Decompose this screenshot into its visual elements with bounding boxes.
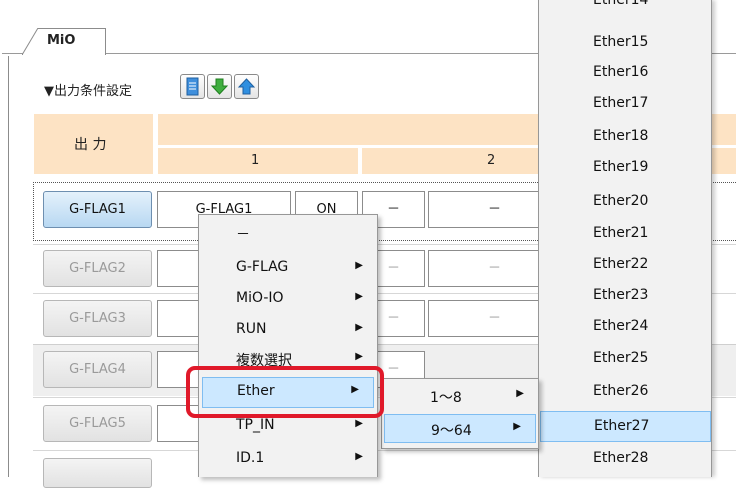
menu-item-1-8[interactable]: 1～8 ▶ xyxy=(382,382,538,411)
ether-range-submenu: 1～8 ▶ 9～64 ▶ xyxy=(381,378,539,449)
menu-item-ether16[interactable]: Ether16 xyxy=(539,58,711,89)
submenu-arrow-icon: ▶ xyxy=(355,260,363,271)
g-flag5-button[interactable]: G-FLAG5 xyxy=(43,405,152,442)
menu-item-run[interactable]: RUN ▶ xyxy=(199,316,377,345)
menu-item-ether25[interactable]: Ether25 xyxy=(539,344,711,375)
menu-item-g-flag[interactable]: G-FLAG ▶ xyxy=(199,254,377,283)
menu-item-ether27[interactable]: Ether27 xyxy=(540,411,711,442)
menu-item-ether18[interactable]: Ether18 xyxy=(539,122,711,153)
column-header-2-label: 2 xyxy=(487,153,496,168)
g-flag3-button[interactable]: G-FLAG3 xyxy=(43,300,152,337)
menu-item-ether20[interactable]: Ether20 xyxy=(539,187,711,218)
submenu-arrow-icon: ▶ xyxy=(516,388,524,399)
document-button[interactable] xyxy=(180,74,205,99)
ether-number-menu: Ether14 Ether15 Ether16 Ether17 Ether18 … xyxy=(538,0,712,477)
move-up-button[interactable] xyxy=(234,74,259,99)
submenu-arrow-icon: ▶ xyxy=(355,351,363,362)
annotation-highlight xyxy=(186,366,384,418)
submenu-arrow-icon: ▶ xyxy=(355,418,363,429)
menu-item-ether24[interactable]: Ether24 xyxy=(539,312,711,343)
menu-item-none[interactable]: － xyxy=(199,219,377,248)
tab-slant xyxy=(22,28,39,55)
context-menu: － G-FLAG ▶ MiO-IO ▶ RUN ▶ 複数選択 ▶ Ether ▶… xyxy=(198,214,378,477)
output-header-label: 出 力 xyxy=(74,137,107,153)
menu-item-ether19[interactable]: Ether19 xyxy=(539,153,711,184)
section-title[interactable]: ▼出力条件設定 xyxy=(44,80,132,99)
column-header-1-label: 1 xyxy=(251,153,260,168)
menu-item-ether26[interactable]: Ether26 xyxy=(539,377,711,408)
menu-item-ether22[interactable]: Ether22 xyxy=(539,250,711,281)
submenu-arrow-icon: ▶ xyxy=(355,291,363,302)
submenu-arrow-icon: ▶ xyxy=(355,322,363,333)
row-focus-left xyxy=(33,182,34,241)
menu-item-ether17[interactable]: Ether17 xyxy=(539,89,711,120)
menu-item-ether14[interactable]: Ether14 xyxy=(539,0,711,17)
menu-item-mio-io[interactable]: MiO-IO ▶ xyxy=(199,285,377,314)
menu-item-ether28[interactable]: Ether28 xyxy=(539,444,711,475)
tab-label: MiO xyxy=(47,33,76,48)
document-icon xyxy=(186,77,199,96)
menu-item-ether21[interactable]: Ether21 xyxy=(539,219,711,250)
output-header: 出 力 xyxy=(34,114,153,174)
submenu-arrow-icon: ▶ xyxy=(513,421,521,432)
g-flag4-button[interactable]: G-FLAG4 xyxy=(43,351,152,388)
menu-item-ether15[interactable]: Ether15 xyxy=(539,28,711,59)
menu-item-ether23[interactable]: Ether23 xyxy=(539,281,711,312)
submenu-arrow-icon: ▶ xyxy=(355,451,363,462)
arrow-down-icon xyxy=(210,78,229,95)
menu-item-id1[interactable]: ID.1 ▶ xyxy=(199,445,377,474)
g-flag2-button[interactable]: G-FLAG2 xyxy=(43,250,152,287)
move-down-button[interactable] xyxy=(207,74,232,99)
g-flag6-button[interactable] xyxy=(43,458,152,488)
column-header-1: 1 xyxy=(158,148,358,174)
menu-item-9-64[interactable]: 9～64 ▶ xyxy=(384,414,536,443)
g-flag1-button[interactable]: G-FLAG1 xyxy=(43,191,152,228)
arrow-up-icon xyxy=(237,78,256,95)
